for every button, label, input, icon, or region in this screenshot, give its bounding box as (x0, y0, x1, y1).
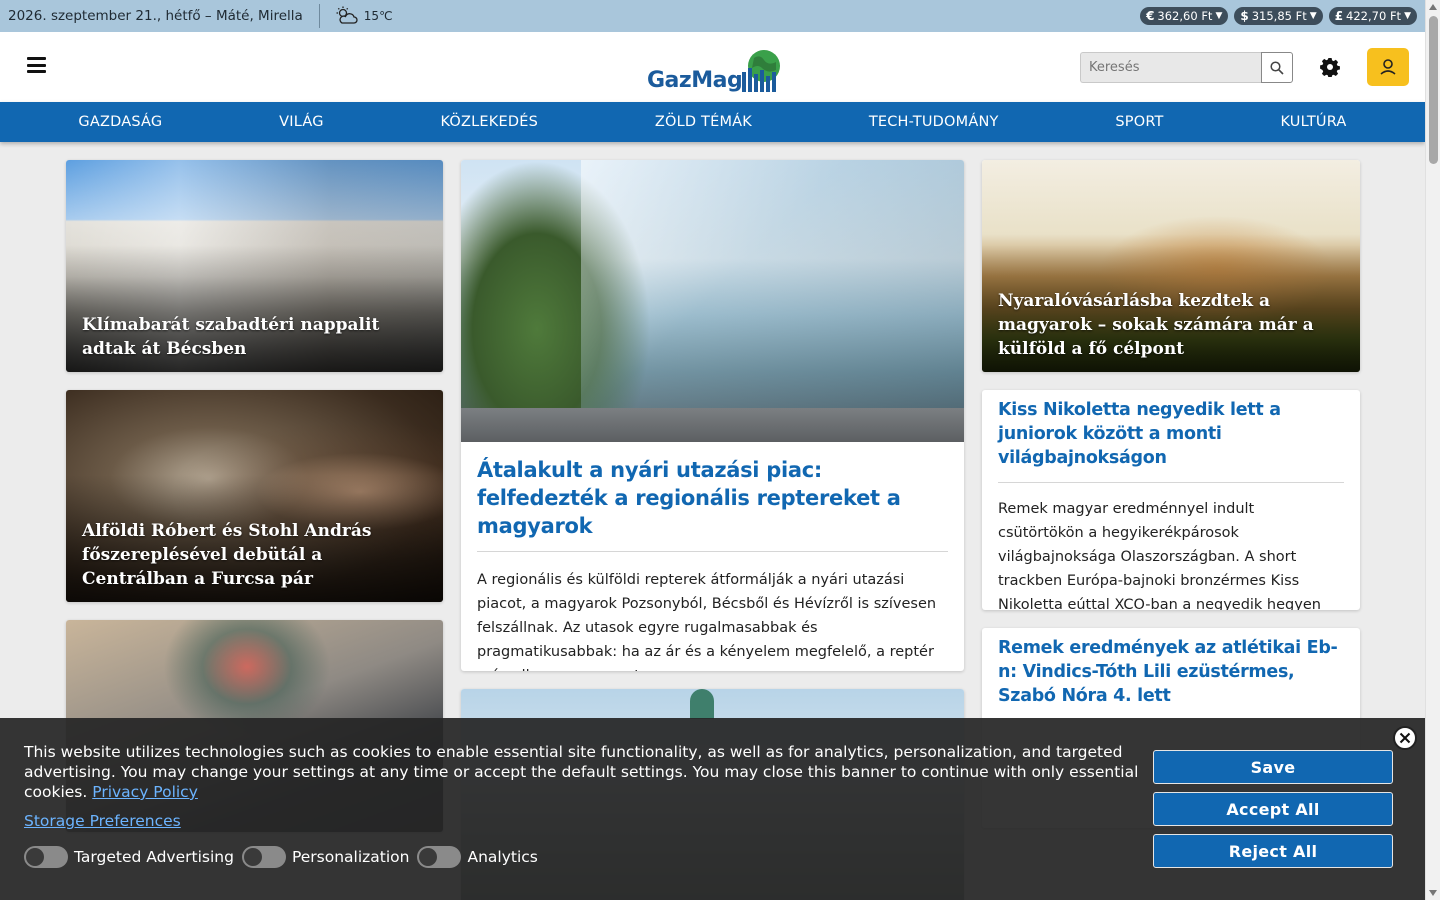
nav-item-tech-tudomany[interactable]: TECH-TUDOMÁNY (869, 114, 999, 130)
storage-preferences-link[interactable]: Storage Preferences (24, 812, 181, 830)
nav-item-zold-temak[interactable]: ZÖLD TÉMÁK (655, 114, 752, 130)
caret-down-icon: ▼ (1309, 11, 1317, 21)
scroll-up-arrow-icon[interactable] (1429, 4, 1437, 10)
article-title[interactable]: Átalakult a nyári utazási piac: felfedez… (477, 450, 948, 540)
nav-item-sport[interactable]: SPORT (1115, 114, 1163, 130)
search-button[interactable] (1261, 52, 1293, 83)
user-coin-icon (1380, 59, 1396, 75)
scroll-down-arrow-icon[interactable] (1429, 890, 1437, 896)
nav-item-gazdasag[interactable]: GAZDASÁG (78, 114, 162, 130)
search-input[interactable] (1080, 52, 1262, 83)
user-account-button[interactable] (1367, 48, 1409, 86)
search-icon (1270, 60, 1284, 75)
nav-item-kozlekedes[interactable]: KÖZLEKEDÉS (440, 114, 538, 130)
nav-item-kultura[interactable]: KULTÚRA (1280, 114, 1346, 130)
article-title: Klímabarát szabadtéri nappalit adtak át … (82, 315, 380, 359)
main-nav: GAZDASÁG VILÁG KÖZLEKEDÉS ZÖLD TÉMÁK TEC… (0, 102, 1425, 142)
article-card-cycling[interactable]: Kiss Nikoletta negyedik lett a juniorok … (982, 390, 1360, 610)
article-card-airport[interactable]: Átalakult a nyári utazási piac: felfedez… (461, 160, 964, 671)
top-info-bar: 2026. szeptember 21., hétfő – Máté, Mire… (0, 0, 1425, 32)
cookie-message: This website utilizes technologies such … (24, 743, 1139, 801)
cookie-consent-banner: This website utilizes technologies such … (0, 718, 1425, 900)
divider (998, 482, 1344, 483)
divider (318, 4, 320, 28)
reject-all-button[interactable]: Reject All (1153, 834, 1393, 868)
article-card-vienna[interactable]: Klímabarát szabadtéri nappalit adtak át … (66, 160, 443, 372)
article-lead: A regionális és külföldi repterek átform… (477, 572, 937, 671)
scrollbar-thumb[interactable] (1429, 16, 1438, 164)
close-icon (1399, 732, 1411, 744)
article-card-holiday-home[interactable]: Nyaralóvásárlásba kezdtek a magyarok – s… (982, 160, 1360, 372)
article-image-airport (461, 160, 964, 442)
nav-item-vilag[interactable]: VILÁG (279, 114, 324, 130)
article-card-theatre[interactable]: Alföldi Róbert és Stohl András főszerepl… (66, 390, 443, 602)
toggle-targeted-advertising[interactable]: Targeted Advertising (24, 846, 234, 868)
gear-icon[interactable] (1320, 57, 1340, 77)
divider (477, 551, 948, 552)
article-title[interactable]: Kiss Nikoletta negyedik lett a juniorok … (998, 398, 1344, 470)
page-scrollbar[interactable] (1425, 0, 1440, 900)
exchange-rates: €362,60 Ft ▼ $315,85 Ft ▼ £422,70 Ft ▼ (1140, 7, 1425, 25)
caret-down-icon: ▼ (1215, 11, 1223, 21)
article-title: Alföldi Róbert és Stohl András főszerepl… (82, 521, 372, 589)
article-title[interactable]: Remek eredmények az atlétikai Eb-n: Vind… (998, 636, 1344, 708)
save-button[interactable]: Save (1153, 750, 1393, 784)
logo-text: GazMag (647, 68, 743, 93)
search-box (1080, 52, 1293, 83)
toggle-switch[interactable] (24, 846, 68, 868)
cloud-sun-icon (336, 6, 358, 24)
toggle-analytics[interactable]: Analytics (417, 846, 538, 868)
article-lead: Remek magyar eredménnyel indult csütörtö… (998, 501, 1321, 610)
site-header: GazMag (0, 32, 1425, 102)
toggle-personalization[interactable]: Personalization (241, 846, 409, 868)
menu-icon[interactable] (27, 57, 46, 73)
toggle-switch[interactable] (241, 846, 286, 868)
site-logo[interactable]: GazMag (647, 46, 782, 94)
accept-all-button[interactable]: Accept All (1153, 792, 1393, 826)
privacy-policy-link[interactable]: Privacy Policy (92, 783, 198, 801)
date-nameday: 2026. szeptember 21., hétfő – Máté, Mire… (8, 8, 303, 24)
temperature: 15℃ (363, 9, 393, 23)
globe-chart-logo-icon (742, 50, 781, 92)
caret-down-icon: ▼ (1404, 11, 1411, 21)
rate-gbp[interactable]: £422,70 Ft ▼ (1328, 7, 1417, 25)
toggle-switch[interactable] (417, 846, 462, 868)
article-title: Nyaralóvásárlásba kezdtek a magyarok – s… (998, 291, 1314, 359)
close-banner-button[interactable] (1393, 726, 1417, 750)
rate-usd[interactable]: $315,85 Ft ▼ (1234, 7, 1323, 25)
rate-eur[interactable]: €362,60 Ft ▼ (1140, 7, 1229, 25)
weather: 15℃ (334, 6, 393, 26)
consent-toggles: Targeted Advertising Personalization Ana… (24, 846, 546, 868)
